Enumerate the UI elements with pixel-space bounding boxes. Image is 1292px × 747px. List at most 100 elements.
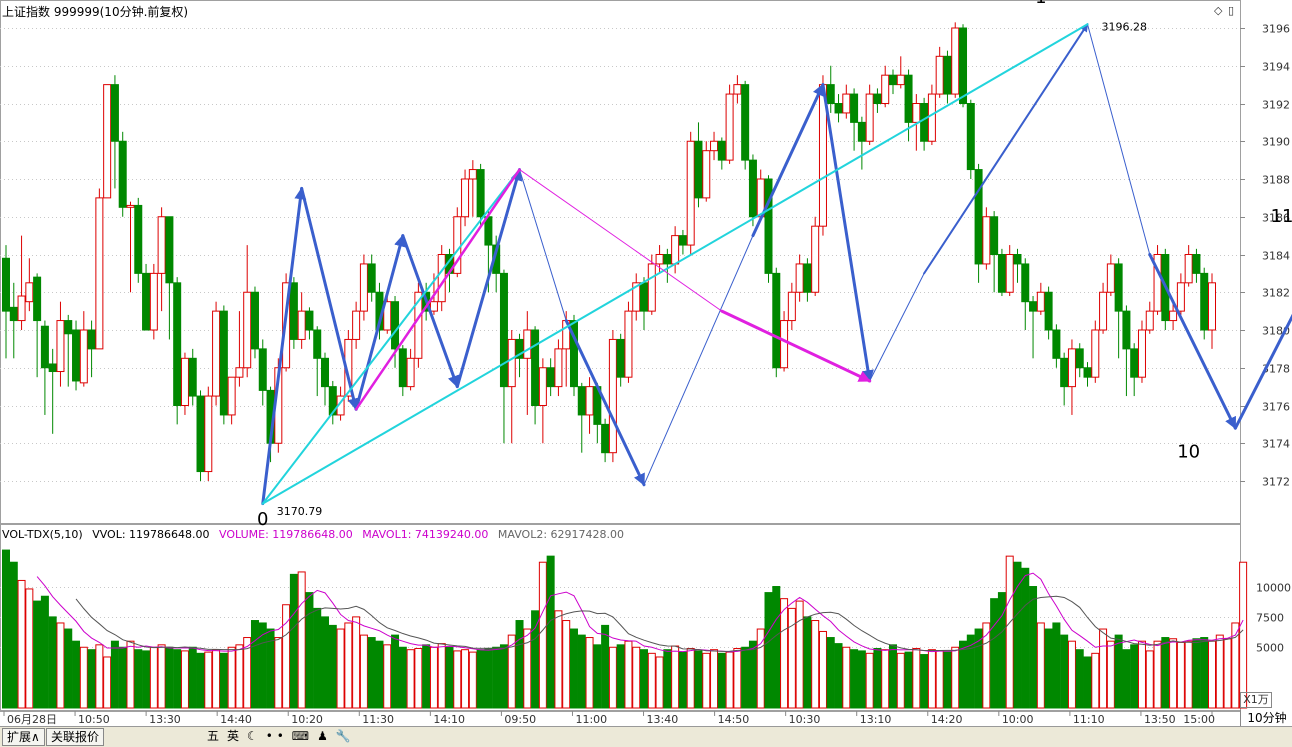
volume-bar (725, 651, 734, 709)
ime-wubi-icon[interactable]: 五 (204, 728, 222, 744)
candle (1153, 245, 1162, 315)
candle (414, 282, 423, 368)
volume-bar (640, 649, 649, 709)
time-tick-label: 14:20 (931, 713, 963, 726)
candle (33, 273, 42, 378)
candle (227, 376, 236, 425)
volume-bar (663, 649, 672, 709)
candle (577, 382, 586, 453)
candle-body (1060, 357, 1069, 388)
candle-body (850, 93, 859, 123)
candle-body (25, 282, 34, 303)
candle (741, 80, 750, 170)
time-tick-label: 10:20 (291, 713, 323, 726)
legend-indicator-name: VOL-TDX(5,10) (2, 528, 83, 541)
candle (134, 197, 143, 283)
candle (920, 97, 929, 151)
ime-moon-icon[interactable]: ☾ (244, 728, 261, 744)
time-tick-label: 06月28日 (7, 713, 57, 726)
candle (1091, 320, 1100, 383)
volume-bar (313, 607, 322, 709)
candle (873, 88, 882, 113)
candle (865, 84, 874, 146)
candle (406, 348, 415, 391)
volume-bar (297, 571, 306, 709)
ime-wrench-icon[interactable]: 🔧 (333, 728, 354, 744)
candle-body (157, 216, 166, 274)
candle-body (56, 320, 65, 373)
period-selector[interactable]: 10分钟 (1240, 710, 1292, 726)
ime-english-icon[interactable]: 英 (224, 728, 242, 744)
candle (1137, 320, 1146, 383)
volume-bar (437, 643, 446, 709)
tab-expand[interactable]: 扩展∧ (2, 728, 45, 746)
candle (165, 216, 174, 340)
volume-bar (204, 651, 213, 709)
volume-bar (79, 646, 88, 709)
restore-icon[interactable]: ◇ (1214, 4, 1222, 17)
candle (748, 154, 757, 227)
ime-keyboard-icon[interactable]: ⌨ (289, 728, 312, 744)
candle (811, 216, 820, 297)
candle-body (787, 291, 796, 322)
ime-user-icon[interactable]: ♟ (314, 728, 331, 744)
candle-body (896, 74, 905, 86)
volume-bar (126, 640, 135, 709)
candle (250, 286, 259, 359)
volume-bar (1005, 555, 1014, 709)
volume-bar (142, 650, 151, 709)
volume-bar (1083, 656, 1092, 709)
time-tick-label: 10:00 (1002, 713, 1034, 726)
candle (103, 84, 112, 199)
ime-punct-icon[interactable]: • • (263, 728, 287, 744)
volume-bar (359, 634, 368, 709)
candle (212, 301, 221, 406)
volume-bar (48, 616, 57, 709)
volume-bar (608, 646, 617, 709)
candle (546, 358, 555, 397)
volume-bar (2, 549, 10, 709)
wave-line (1087, 23, 1151, 255)
time-tick-label: 13:40 (647, 713, 679, 726)
legend-vvol: VVOL: 119786648.00 (92, 528, 210, 541)
candle-body (305, 310, 314, 331)
volume-bar (1036, 622, 1045, 709)
candle (1208, 273, 1216, 349)
chart-canvas[interactable]: 3172317431763178318031823184318631883190… (0, 0, 1292, 746)
candle-body (461, 178, 470, 218)
volume-bar (733, 647, 742, 709)
volume-bar (134, 649, 143, 709)
candle-body (258, 348, 267, 391)
candle (1176, 273, 1185, 315)
volume-bar (780, 598, 789, 709)
tab-related-quotes[interactable]: 关联报价 (46, 728, 105, 746)
candle-body (678, 235, 687, 246)
volume-bar (118, 646, 127, 709)
time-tick-label: 15:00 (1183, 713, 1215, 726)
candle (1200, 267, 1209, 340)
candle (554, 339, 563, 397)
time-axis: 06月28日 10:50 13:30 14:40 10:20 11:30 14:10 09:5… (0, 711, 1240, 726)
candle-body (2, 257, 10, 312)
maximize-icon[interactable]: ▯ (1228, 4, 1234, 17)
candle-body (959, 27, 968, 104)
volume-bar (235, 644, 244, 709)
volume-bar (857, 650, 866, 709)
candle (803, 258, 812, 302)
candle (1130, 343, 1139, 397)
candle (2, 245, 10, 359)
candle (935, 46, 944, 98)
volume-bar (647, 652, 656, 709)
candle-body (17, 295, 26, 322)
candle (1052, 324, 1061, 368)
volume-bar (1091, 652, 1100, 709)
time-tick-label: 14:50 (718, 713, 750, 726)
candle-body (1044, 291, 1053, 331)
candle-body (1052, 329, 1061, 359)
candle (56, 301, 65, 387)
candle (1005, 245, 1014, 297)
candle (1083, 362, 1092, 387)
price-tick-label: 3192 (1262, 99, 1290, 112)
volume-bar (56, 622, 65, 709)
volume-bar (492, 646, 501, 709)
